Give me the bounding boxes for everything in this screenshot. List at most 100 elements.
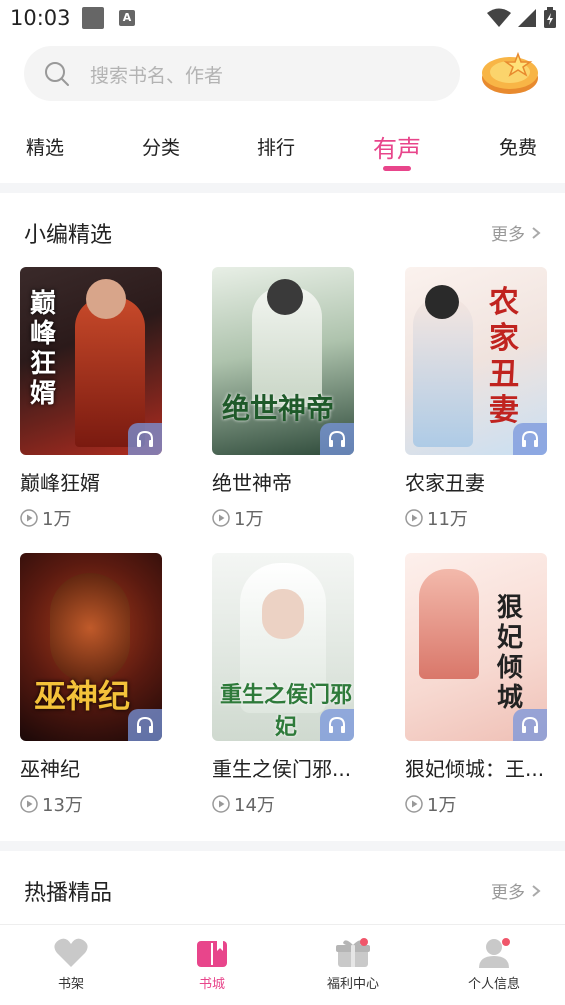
book-plays: 13万 [20, 791, 83, 817]
cover-hair [425, 285, 459, 319]
chevron-right-icon [532, 884, 541, 897]
play-count-icon [20, 509, 38, 527]
search-input[interactable]: 搜索书名、作者 [24, 46, 460, 101]
tab-ranking[interactable]: 排行 [257, 133, 295, 160]
book-card[interactable]: 农家丑妻 农家丑妻 11万 [405, 267, 547, 530]
section-divider [0, 841, 565, 851]
more-link-editors-pick[interactable]: 更多 [491, 220, 541, 245]
chevron-right-icon [532, 226, 541, 239]
tab-indicator [383, 166, 411, 171]
more-link-label: 更多 [491, 883, 525, 903]
tab-featured[interactable]: 精选 [26, 133, 64, 160]
nav-label: 书城 [198, 977, 225, 992]
cover-title: 巫神纪 [34, 677, 131, 715]
play-count-icon [20, 795, 38, 813]
tab-free[interactable]: 免费 [499, 133, 537, 160]
category-tabs: 精选 分类 排行 有声 免费 [0, 125, 565, 175]
audio-badge [128, 709, 162, 741]
book-card[interactable]: 绝世神帝 绝世神帝 1万 [212, 267, 354, 530]
headphones-icon [137, 430, 153, 447]
cover-title: 绝世神帝 [222, 392, 335, 425]
play-count: 13万 [42, 795, 83, 816]
nav-label: 个人信息 [467, 977, 520, 992]
bottom-nav: 书架 书城 福利中心 个人信息 [0, 924, 565, 1005]
section-title-editors-pick: 小编精选 [24, 223, 113, 248]
book-plays: 14万 [212, 791, 275, 817]
book-card[interactable]: 巫神纪 巫神纪 13万 [20, 553, 162, 816]
book-card[interactable]: 狠妃倾城 狠妃倾城：王... 1万 [405, 553, 547, 816]
status-bar: 10:03 A [0, 0, 565, 40]
status-time: 10:03 [10, 6, 71, 30]
book-title: 狠妃倾城：王... [405, 757, 545, 781]
more-link-hot[interactable]: 更多 [491, 878, 541, 903]
book-title: 重生之侯门邪... [212, 757, 352, 781]
book-title: 巫神纪 [20, 757, 80, 781]
book-cover: 绝世神帝 [212, 267, 354, 455]
cover-figure [413, 297, 473, 447]
audio-badge [320, 423, 354, 455]
profile-badge [502, 938, 510, 946]
section-title-hot: 热播精品 [24, 881, 113, 906]
play-count-icon [405, 795, 423, 813]
book-card[interactable]: 重生之侯门邪妃 重生之侯门邪... 14万 [212, 553, 354, 816]
audio-badge [513, 423, 547, 455]
tab-audio[interactable]: 有声 [373, 129, 421, 164]
book-cover: 巫神纪 [20, 553, 162, 741]
play-count-icon [212, 795, 230, 813]
book-title: 农家丑妻 [405, 471, 485, 495]
cover-title: 狠妃倾城 [497, 593, 524, 713]
play-count: 11万 [427, 509, 468, 530]
audio-badge [128, 423, 162, 455]
nav-bookshelf[interactable]: 书架 [11, 937, 131, 992]
book-cover: 巅峰狂婿 [20, 267, 162, 455]
audio-badge [320, 709, 354, 741]
cover-hair [267, 279, 303, 315]
book-title: 绝世神帝 [212, 471, 292, 495]
cover-figure [419, 569, 479, 679]
headphones-icon [522, 430, 538, 447]
tab-category[interactable]: 分类 [142, 133, 180, 160]
play-count-icon [405, 509, 423, 527]
nav-label: 福利中心 [326, 977, 379, 992]
cover-title: 巅峰狂婿 [30, 289, 57, 409]
cover-title: 农家丑妻 [489, 285, 519, 428]
notification-icon [82, 7, 104, 29]
search-icon [45, 62, 69, 86]
rewards-badge [360, 938, 368, 946]
search-placeholder: 搜索书名、作者 [90, 65, 224, 87]
headphones-icon [137, 716, 153, 733]
play-count: 1万 [427, 795, 457, 816]
play-count: 14万 [234, 795, 275, 816]
book-plays: 11万 [405, 505, 468, 531]
battery-icon [544, 7, 556, 28]
more-link-label: 更多 [491, 225, 525, 245]
section-divider [0, 183, 565, 193]
book-plays: 1万 [405, 791, 456, 817]
book-cover: 农家丑妻 [405, 267, 547, 455]
cover-figure [50, 573, 130, 683]
status-icons [487, 7, 557, 29]
nav-label: 书架 [57, 977, 84, 992]
headphones-icon [329, 716, 345, 733]
book-icon [197, 941, 227, 967]
book-card[interactable]: 巅峰狂婿 巅峰狂婿 1万 [20, 267, 162, 530]
nav-profile[interactable]: 个人信息 [434, 937, 554, 992]
play-count: 1万 [42, 509, 72, 530]
headphones-icon [329, 430, 345, 447]
audio-badge [513, 709, 547, 741]
heart-icon [54, 938, 88, 967]
cover-face [86, 279, 126, 319]
book-title: 巅峰狂婿 [20, 471, 100, 495]
nav-rewards[interactable]: 福利中心 [293, 937, 413, 992]
headphones-icon [522, 716, 538, 733]
keyboard-icon: A [119, 10, 135, 26]
nav-bookstore[interactable]: 书城 [152, 937, 272, 992]
wifi-icon [487, 8, 511, 27]
book-cover: 重生之侯门邪妃 [212, 553, 354, 741]
cover-face [262, 589, 304, 639]
book-cover: 狠妃倾城 [405, 553, 547, 741]
coin-icon[interactable] [478, 48, 542, 98]
play-count-icon [212, 509, 230, 527]
play-count: 1万 [234, 509, 264, 530]
book-plays: 1万 [20, 505, 71, 531]
